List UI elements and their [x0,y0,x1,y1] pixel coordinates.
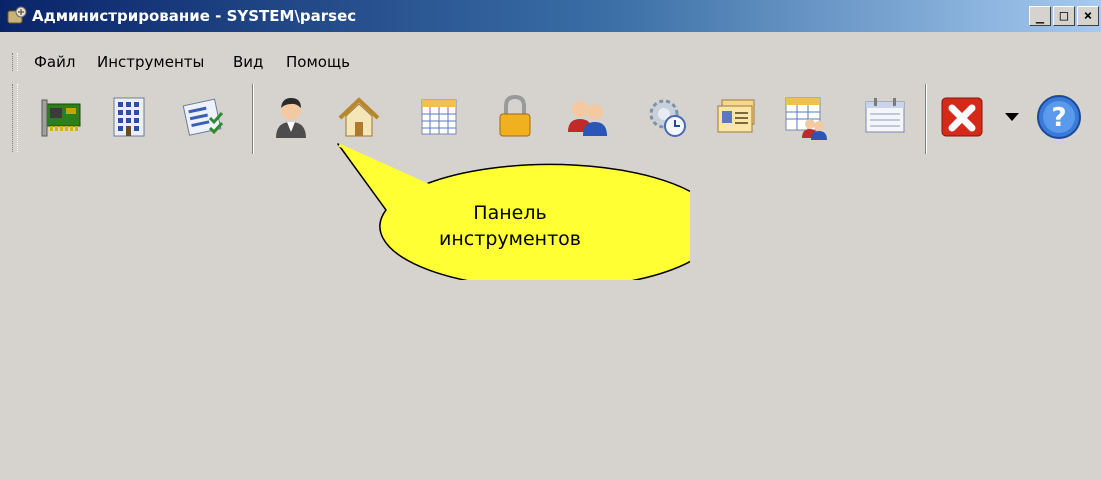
menu-file[interactable]: Файл [34,52,75,72]
id-cards-icon[interactable] [712,92,762,142]
menu-view[interactable]: Вид [233,52,263,72]
home-icon[interactable] [334,92,384,142]
menu-grip[interactable] [12,53,18,71]
lock-icon[interactable] [490,92,540,142]
building-icon[interactable] [104,92,154,142]
app-icon [6,6,28,26]
menu-help[interactable]: Помощь [286,52,350,72]
title-bar[interactable]: Администрирование - SYSTEM\parsec _ □ × [0,0,1101,32]
calendar-icon[interactable] [414,92,464,142]
toolbar-grip[interactable] [12,84,18,152]
maximize-button[interactable]: □ [1053,6,1075,26]
menu-bar: Файл Инструменты Вид Помощь [0,50,1101,74]
minimize-button[interactable]: _ [1029,6,1051,26]
callout-line-1: Панель [473,202,547,224]
calendar-users-icon[interactable] [780,92,830,142]
close-red-icon[interactable] [938,92,988,142]
toolbar-separator-2 [925,84,927,154]
callout-line-2: инструментов [439,228,581,250]
help-icon[interactable]: ? [1034,92,1084,142]
gear-clock-icon[interactable] [642,92,692,142]
network-card-icon[interactable] [36,92,86,142]
person-icon[interactable] [266,92,316,142]
menu-tools[interactable]: Инструменты [97,52,204,72]
svg-text:?: ? [1051,103,1066,133]
toolbar-separator [252,84,254,154]
callout-text: Панель инструментов [390,200,630,252]
window-title: Администрирование - SYSTEM\parsec [32,7,357,25]
chevron-down-icon[interactable] [1001,109,1023,123]
checklist-icon[interactable] [178,92,228,142]
schedule-icon[interactable] [860,92,910,142]
close-button[interactable]: × [1077,6,1099,26]
toolbar-callout: Панель инструментов [330,140,690,280]
users-icon[interactable] [562,92,612,142]
